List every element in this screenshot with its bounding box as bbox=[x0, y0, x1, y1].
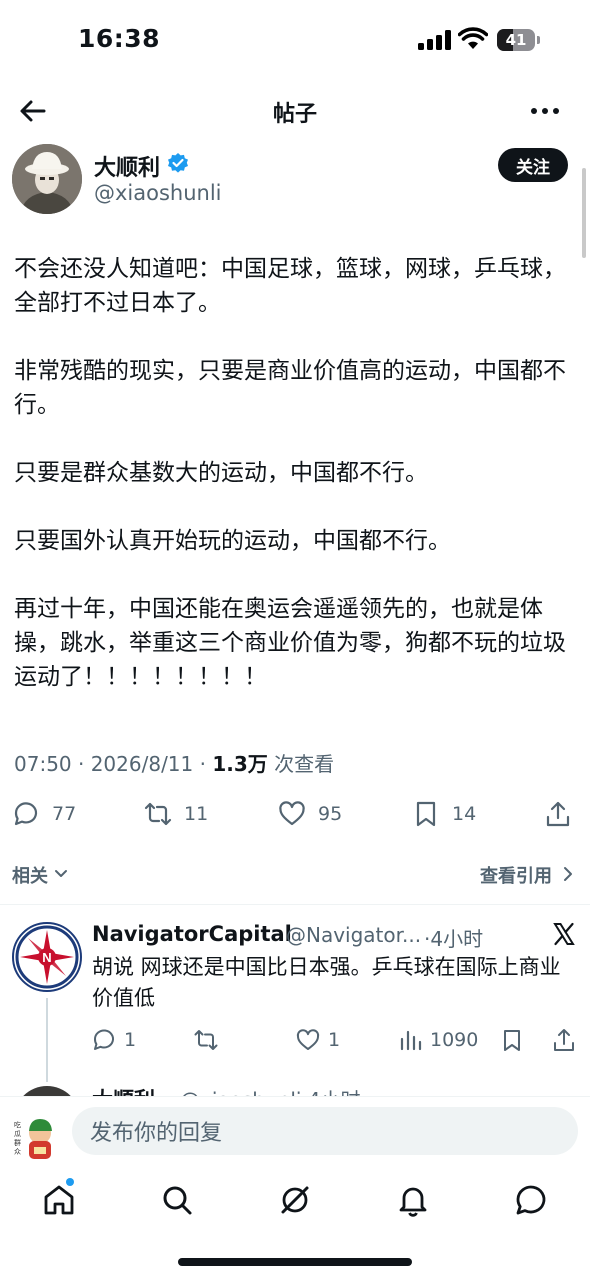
next-reply-avatar[interactable] bbox=[14, 1086, 80, 1096]
reply-text: 胡说 网球还是中国比日本强。乒乓球在国际上商业价值低 bbox=[92, 955, 561, 1010]
repost-icon bbox=[144, 802, 172, 826]
verified-badge-icon bbox=[168, 153, 188, 173]
reply-timestamp: ·4小时 bbox=[424, 927, 484, 951]
battery-cap bbox=[537, 36, 540, 44]
bottom-tab-bar bbox=[0, 1166, 590, 1236]
cellular-signal-icon bbox=[418, 30, 452, 50]
reply-action-bar: 1 1 1090 bbox=[0, 1024, 590, 1056]
tweet-action-bar: 77 11 95 14 bbox=[0, 794, 590, 834]
views-label: 次查看 bbox=[267, 752, 335, 776]
tab-notifications[interactable] bbox=[395, 1182, 431, 1218]
reply-reply-button[interactable]: 1 bbox=[92, 1024, 136, 1056]
divider bbox=[0, 904, 590, 905]
battery-icon: 41 bbox=[497, 29, 535, 51]
bookmark-button[interactable]: 14 bbox=[412, 794, 476, 834]
home-icon bbox=[44, 1185, 74, 1215]
tweet-paragraph: 只要是群众基数大的运动，中国都不行。 bbox=[14, 460, 428, 486]
author-avatar[interactable] bbox=[12, 144, 82, 214]
home-notification-dot bbox=[66, 1178, 74, 1186]
next-reply-peek[interactable]: 大顺利 @xiaoshunli·4小时 bbox=[0, 1082, 590, 1096]
like-count: 95 bbox=[318, 803, 343, 825]
svg-text:N: N bbox=[42, 950, 51, 965]
svg-text:吃: 吃 bbox=[14, 1120, 21, 1129]
home-indicator[interactable] bbox=[178, 1258, 412, 1266]
repost-icon bbox=[194, 1030, 218, 1050]
scrollbar-thumb[interactable] bbox=[582, 168, 586, 258]
reply-author-name[interactable]: NavigatorCapital bbox=[92, 922, 292, 946]
status-time: 16:38 bbox=[78, 24, 161, 53]
reply-icon bbox=[14, 802, 38, 826]
tweet-timestamp: 07:50 · 2026/8/11 · bbox=[14, 752, 213, 776]
related-dropdown[interactable]: 相关 bbox=[12, 862, 48, 888]
tab-search[interactable] bbox=[159, 1182, 195, 1218]
svg-text:瓜: 瓜 bbox=[14, 1130, 21, 1138]
tweet-text: 不会还没人知道吧：中国足球，篮球，网球，乒乓球，全部打不过日本了。 非常残酷的现… bbox=[14, 252, 574, 728]
reply-views-count: 1090 bbox=[430, 1029, 479, 1051]
next-reply-author-handle[interactable]: @xiaoshunli·4小时 bbox=[180, 1084, 361, 1096]
heart-icon bbox=[296, 1029, 320, 1050]
next-reply-author-name[interactable]: 大顺利 bbox=[92, 1084, 155, 1096]
reply-bookmark-button[interactable] bbox=[500, 1024, 524, 1056]
chevron-right-icon[interactable] bbox=[562, 866, 574, 882]
notifications-icon bbox=[399, 1187, 427, 1217]
tab-messages[interactable] bbox=[513, 1182, 549, 1218]
bookmark-icon bbox=[416, 801, 436, 827]
chevron-down-icon[interactable] bbox=[54, 867, 68, 881]
author-handle[interactable]: @xiaoshunli bbox=[94, 181, 222, 205]
reply-input[interactable]: 发布你的回复 bbox=[72, 1107, 578, 1155]
reply-count: 77 bbox=[52, 803, 77, 825]
battery-level: 41 bbox=[505, 31, 527, 49]
reply-author-handle[interactable]: @Navigator... bbox=[286, 923, 421, 947]
svg-text:众: 众 bbox=[14, 1148, 21, 1156]
repost-button[interactable]: 11 bbox=[144, 794, 208, 834]
views-count[interactable]: 1.3万 bbox=[212, 752, 267, 776]
search-icon bbox=[163, 1186, 192, 1215]
reply-icon bbox=[93, 1029, 114, 1050]
grok-icon bbox=[281, 1186, 309, 1214]
compose-bar: 吃 瓜 群 众 发布你的回复 bbox=[0, 1096, 590, 1166]
tweet-paragraph: 不会还没人知道吧：中国足球，篮球，网球，乒乓球，全部打不过日本了。 bbox=[14, 256, 566, 316]
reply-avatar[interactable]: N bbox=[12, 922, 82, 992]
status-bar: 16:38 41 bbox=[0, 0, 590, 80]
wifi-icon bbox=[458, 27, 488, 49]
nav-header: 帖子 bbox=[0, 80, 590, 142]
my-avatar[interactable]: 吃 瓜 群 众 bbox=[10, 1111, 60, 1161]
reply-button[interactable]: 77 bbox=[12, 794, 76, 834]
share-icon bbox=[554, 1029, 574, 1051]
messages-icon bbox=[516, 1185, 546, 1215]
bookmark-count: 14 bbox=[452, 803, 477, 825]
view-quotes-link[interactable]: 查看引用 bbox=[480, 862, 552, 888]
repost-count: 11 bbox=[184, 803, 209, 825]
bookmark-icon bbox=[504, 1030, 520, 1051]
tab-home[interactable] bbox=[41, 1182, 77, 1218]
reply-repost-button[interactable] bbox=[194, 1024, 226, 1056]
reply-reply-count: 1 bbox=[124, 1029, 137, 1051]
share-button[interactable] bbox=[544, 794, 572, 834]
tweet-paragraph: 只要国外认真开始玩的运动，中国都不行。 bbox=[14, 528, 451, 554]
related-row: 相关 查看引用 bbox=[0, 856, 590, 892]
tweet-paragraph: 再过十年，中国还能在奥运会遥遥领先的，也就是体操，跳水，举重这三个商业价值为零，… bbox=[14, 596, 566, 690]
tab-grok[interactable] bbox=[277, 1182, 313, 1218]
svg-text:群: 群 bbox=[14, 1138, 21, 1147]
follow-button[interactable]: 关注 bbox=[498, 148, 568, 182]
reply-like-button[interactable]: 1 bbox=[296, 1024, 340, 1056]
heart-icon bbox=[279, 801, 305, 826]
like-button[interactable]: 95 bbox=[278, 794, 342, 834]
page-title: 帖子 bbox=[272, 102, 317, 127]
author-name[interactable]: 大顺利 bbox=[94, 150, 160, 182]
share-icon bbox=[546, 801, 570, 827]
reply-like-count: 1 bbox=[328, 1029, 341, 1051]
reply-share-button[interactable] bbox=[552, 1024, 576, 1056]
x-logo-icon bbox=[553, 922, 575, 946]
more-horizontal-icon[interactable] bbox=[530, 106, 560, 116]
tweet-paragraph: 非常残酷的现实，只要是商业价值高的运动，中国都不行。 bbox=[14, 358, 566, 418]
reply-views-button[interactable]: 1090 bbox=[398, 1024, 478, 1056]
tweet-meta: 07:50 · 2026/8/11 · 1.3万 次查看 bbox=[14, 748, 334, 777]
views-chart-icon bbox=[400, 1030, 422, 1051]
